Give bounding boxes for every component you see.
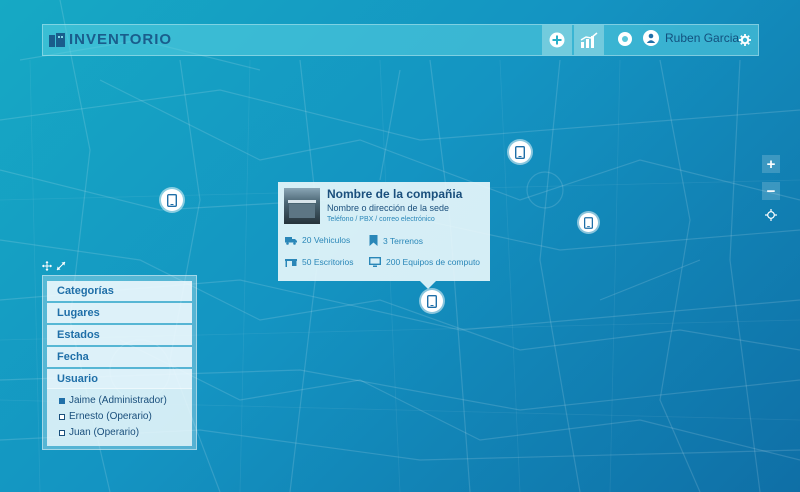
stat-computers[interactable]: 200 Equipos de computo	[369, 257, 480, 267]
company-contact: Teléfono / PBX / correo electrónico	[327, 216, 435, 223]
zoom-in-button[interactable]: +	[762, 155, 780, 173]
company-photo	[284, 188, 320, 224]
move-icon[interactable]	[42, 261, 52, 271]
stat-label: 50 Escritorios	[302, 257, 354, 267]
app-logo[interactable]: INVENTORIO	[49, 31, 172, 48]
stat-label: 200 Equipos de computo	[386, 257, 481, 267]
locate-button[interactable]	[765, 208, 777, 226]
tablet-icon	[515, 145, 525, 159]
user-option[interactable]: Ernesto (Operario)	[59, 411, 152, 422]
gear-icon	[739, 34, 751, 46]
user-option-label: Juan (Operario)	[69, 427, 140, 438]
map-marker[interactable]	[161, 189, 183, 211]
map-marker[interactable]	[579, 213, 598, 232]
tablet-icon	[584, 216, 593, 229]
user-option-label: Ernesto (Operario)	[69, 411, 152, 422]
truck-icon	[285, 236, 297, 245]
dot-icon	[622, 36, 628, 42]
logo-text: INVENTORIO	[69, 31, 173, 48]
notification-button[interactable]	[618, 32, 632, 46]
chart-button[interactable]	[574, 25, 604, 55]
stat-label: 3 Terrenos	[383, 235, 424, 246]
tablet-icon	[167, 193, 177, 207]
user-avatar	[643, 30, 659, 46]
filter-places[interactable]: Lugares	[47, 303, 192, 323]
tablet-icon	[427, 294, 437, 308]
plus-circle-icon	[549, 32, 565, 48]
stat-label: 20 Vehiculos	[302, 235, 351, 245]
top-bar: INVENTORIO Ruben Garcia	[42, 24, 759, 56]
user-option[interactable]: Jaime (Administrador)	[59, 395, 167, 406]
stat-desks[interactable]: 50 Escritorios	[285, 257, 354, 267]
map-marker[interactable]	[509, 141, 531, 163]
settings-button[interactable]	[739, 33, 751, 51]
filter-categories[interactable]: Categorías	[47, 281, 192, 301]
user-options: Jaime (Administrador) Ernesto (Operario)…	[47, 388, 192, 446]
filter-user[interactable]: Usuario	[47, 369, 192, 389]
checkbox-unchecked[interactable]	[59, 429, 65, 436]
checkbox-checked[interactable]	[59, 397, 65, 404]
add-button[interactable]	[542, 25, 572, 55]
zoom-out-button[interactable]: −	[762, 182, 780, 200]
user-option-label: Jaime (Administrador)	[69, 395, 167, 406]
building-icon	[49, 32, 65, 47]
stat-vehicles[interactable]: 20 Vehiculos	[285, 235, 350, 245]
filter-date[interactable]: Fecha	[47, 347, 192, 367]
map-marker-selected[interactable]	[421, 290, 443, 312]
checkbox-unchecked[interactable]	[59, 413, 65, 420]
user-option[interactable]: Juan (Operario)	[59, 427, 139, 438]
desk-icon	[285, 258, 297, 267]
user-name: Ruben Garcia	[665, 31, 740, 45]
company-popup: Nombre de la compañia Nombre o dirección…	[278, 182, 490, 281]
stat-lands[interactable]: 3 Terrenos	[369, 235, 423, 246]
user-menu[interactable]: Ruben Garcia	[643, 30, 739, 46]
company-address: Nombre o dirección de la sede	[327, 203, 450, 213]
crosshair-icon	[765, 209, 777, 221]
company-name: Nombre de la compañia	[327, 187, 463, 201]
filter-panel: Categorías Lugares Estados Fecha Usuario…	[42, 275, 197, 450]
chart-icon	[580, 32, 598, 48]
user-icon	[646, 33, 656, 43]
popup-arrow	[420, 281, 436, 289]
monitor-icon	[369, 257, 381, 267]
bookmark-icon	[369, 235, 378, 246]
collapse-icon[interactable]	[56, 261, 66, 271]
panel-tools	[42, 261, 66, 271]
filter-states[interactable]: Estados	[47, 325, 192, 345]
